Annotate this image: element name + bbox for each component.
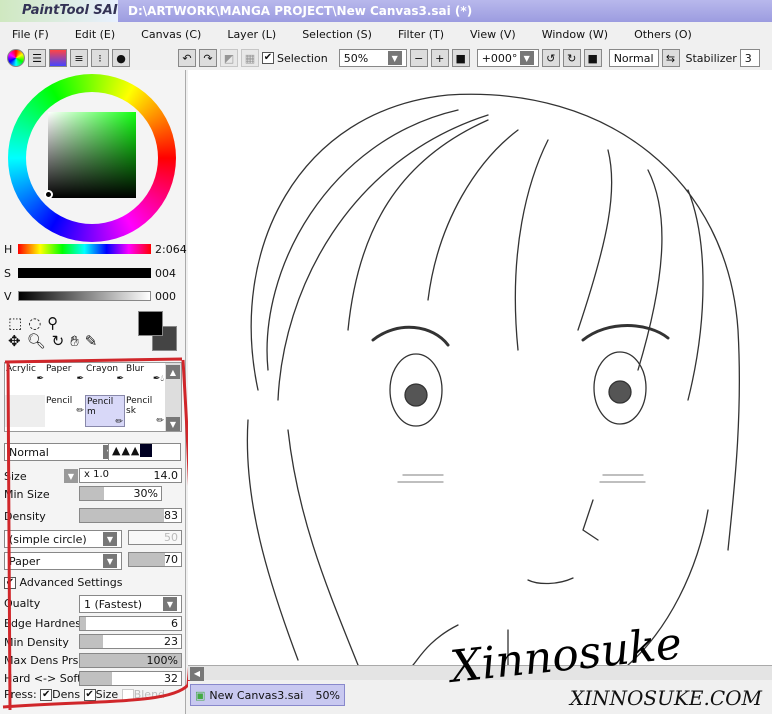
manga-sketch <box>246 93 741 665</box>
magic-wand-icon[interactable]: ⚲ <box>47 314 64 332</box>
rotation-value: +000° <box>481 51 518 65</box>
menu-canvas[interactable]: Canvas (C) <box>141 28 201 41</box>
rotate-reset-icon[interactable]: ■ <box>583 49 602 67</box>
stabilizer-select[interactable]: 3 <box>739 49 760 67</box>
menu-filter[interactable]: Filter (T) <box>398 28 444 41</box>
chevron-down-icon: ▼ <box>519 51 534 65</box>
menu-window[interactable]: Window (W) <box>542 28 608 41</box>
lasso-icon[interactable]: ◌ <box>28 314 47 332</box>
menu-bar: File (F) Edit (E) Canvas (C) Layer (L) S… <box>0 22 772 46</box>
h-value: 2:064 <box>155 243 187 256</box>
zoom-out-icon[interactable]: − <box>409 49 428 67</box>
menu-layer[interactable]: Layer (L) <box>227 28 276 41</box>
v-label: V <box>4 290 12 303</box>
horizontal-scrollbar[interactable]: ◀ <box>188 665 772 681</box>
rotate-right-icon[interactable]: ↻ <box>562 49 581 67</box>
zoom-select[interactable]: 50% ▼ <box>338 49 407 67</box>
canvas-tab[interactable]: ▣ New Canvas3.sai 50% <box>190 684 345 706</box>
left-panel: H 2:064 S 004 V 000 ⬚◌⚲ ✥🔍︎↻✋︎✎ Acrylic ✒… <box>0 70 190 714</box>
move-icon[interactable]: ✥ <box>8 332 27 350</box>
zoom-value: 50% <box>343 51 369 65</box>
canvas-tab-name: New Canvas3.sai <box>209 688 304 702</box>
selection-label: Selection <box>277 51 328 65</box>
eyedropper-icon[interactable]: ✎ <box>85 332 104 350</box>
hand-icon[interactable]: ✋︎ <box>70 332 85 350</box>
saturation-slider[interactable] <box>18 268 151 278</box>
window-title: D:\ARTWORK\MANGA PROJECT\New Canvas3.sai… <box>128 4 473 18</box>
blend-mode-select[interactable]: Normal <box>608 49 659 67</box>
swatch-tab-icon[interactable]: ≡ <box>70 49 88 67</box>
color-wheel[interactable] <box>8 74 176 242</box>
menu-others[interactable]: Others (O) <box>634 28 692 41</box>
canvas-tab-icon: ▣ <box>195 688 206 702</box>
scroll-left-icon[interactable]: ◀ <box>190 666 204 681</box>
s-label: S <box>4 267 11 280</box>
selection-checkbox[interactable]: ✔ <box>262 52 274 64</box>
s-value: 004 <box>155 267 176 280</box>
rgb-slider-tab-icon[interactable]: ☰ <box>28 49 46 67</box>
menu-edit[interactable]: Edit (E) <box>75 28 115 41</box>
flip-icon[interactable]: ⇆ <box>661 49 680 67</box>
menu-view[interactable]: View (V) <box>470 28 516 41</box>
redo-icon[interactable]: ↷ <box>199 49 217 67</box>
title-bar: PaintTool SAI D:\ARTWORK\MANGA PROJECT\N… <box>0 0 772 22</box>
h-label: H <box>4 243 13 256</box>
rotate-icon[interactable]: ↻ <box>52 332 71 350</box>
color-wheel-tab-icon[interactable] <box>7 49 25 67</box>
palette-tab-icon[interactable]: ⁝ <box>91 49 109 67</box>
canvas-tab-bar: ▣ New Canvas3.sai 50% <box>188 681 772 714</box>
primary-color-swatch[interactable] <box>138 311 163 336</box>
value-slider[interactable] <box>18 291 151 301</box>
zoom-reset-icon[interactable]: ■ <box>451 49 470 67</box>
saturation-value-square[interactable] <box>48 112 136 198</box>
red-annotation-outline <box>2 357 190 711</box>
zoom-in-icon[interactable]: + <box>430 49 449 67</box>
toolbar: ☰ ≡ ⁝ ● ↶ ↷ ◩ ▦ ✔ Selection 50% ▼ − + ■ +… <box>0 46 772 70</box>
undo-icon[interactable]: ↶ <box>178 49 196 67</box>
deselect-icon[interactable]: ◩ <box>220 49 238 67</box>
stabilizer-label: Stabilizer <box>685 51 737 65</box>
rect-select-icon[interactable]: ⬚ <box>8 314 28 332</box>
drawing-canvas[interactable] <box>188 70 772 665</box>
hsv-slider-tab-icon[interactable] <box>49 49 67 67</box>
menu-file[interactable]: File (F) <box>12 28 49 41</box>
zoom-icon[interactable]: 🔍︎ <box>27 332 52 350</box>
v-value: 000 <box>155 290 176 303</box>
scratchpad-tab-icon[interactable]: ● <box>112 49 130 67</box>
hue-slider[interactable] <box>18 244 151 254</box>
chevron-down-icon: ▼ <box>387 51 402 65</box>
menu-selection[interactable]: Selection (S) <box>302 28 372 41</box>
app-logo: PaintTool SAI <box>0 0 118 22</box>
rotate-left-icon[interactable]: ↺ <box>541 49 560 67</box>
invert-selection-icon[interactable]: ▦ <box>241 49 259 67</box>
canvas-tab-zoom: 50% <box>315 688 340 702</box>
rotation-select[interactable]: +000° ▼ <box>476 49 539 67</box>
